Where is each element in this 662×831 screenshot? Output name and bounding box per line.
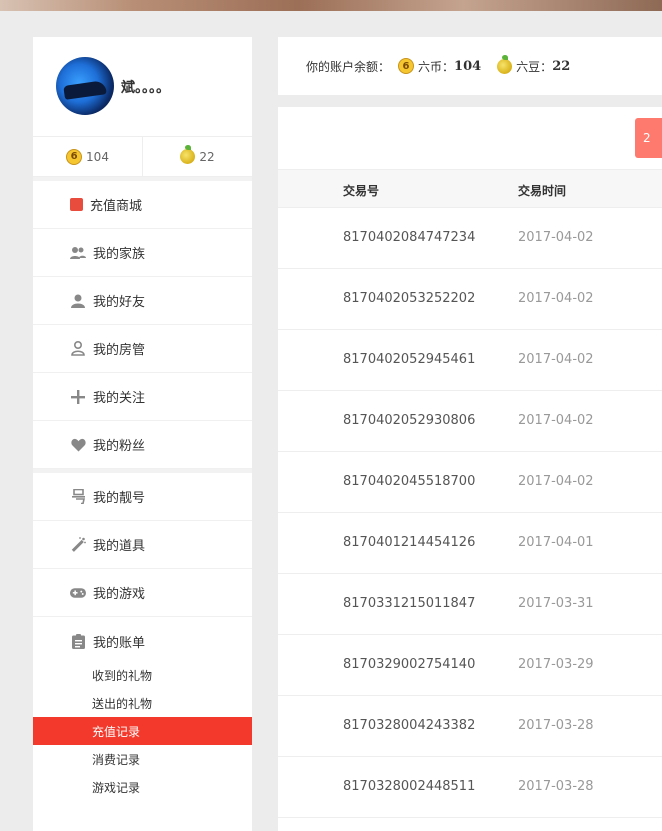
bill-submenu: 收到的礼物 送出的礼物 充值记录 消费记录 游戏记录 xyxy=(33,661,252,801)
bean-icon xyxy=(180,145,196,164)
account-balance-bar: 你的账户余额： 6 六币： 104 六豆： 22 xyxy=(278,37,662,95)
table-row: 8170402084747234 2017-04-02 xyxy=(278,208,662,269)
order-number: 8170331215011847 xyxy=(343,596,476,611)
order-number: 8170401214454126 xyxy=(343,535,476,550)
order-number: 8170402052945461 xyxy=(343,352,476,367)
transaction-date: 2017-03-31 xyxy=(518,596,594,611)
bean-label: 六豆： xyxy=(516,59,553,74)
coin-balance-value: 104 xyxy=(86,149,109,164)
sidebar-item-family[interactable]: 我的家族 xyxy=(33,229,252,277)
transaction-date: 2017-04-02 xyxy=(518,352,594,367)
sidebar-item-label: 我的家族 xyxy=(93,247,146,262)
mall-icon xyxy=(70,198,83,211)
coin-icon: 6 xyxy=(398,58,415,74)
avatar[interactable] xyxy=(56,57,114,115)
gamepad-icon xyxy=(70,585,86,601)
transaction-date: 2017-04-02 xyxy=(518,474,594,489)
room-admin-icon xyxy=(70,341,86,357)
bean-icon xyxy=(497,54,513,74)
table-row: 8170328004243382 2017-03-28 xyxy=(278,696,662,757)
order-number: 8170402045518700 xyxy=(343,474,476,489)
transaction-date: 2017-04-02 xyxy=(518,291,594,306)
records-panel: 2 交易号 交易时间 8170402084747234 2017-04-02 817… xyxy=(278,107,662,831)
sidebar-item-label: 我的靓号 xyxy=(93,491,146,506)
table-row: 8170328002448511 2017-03-28 xyxy=(278,757,662,818)
table-row: 8170329002754140 2017-03-29 xyxy=(278,635,662,696)
sidebar-item-label: 我的游戏 xyxy=(93,587,146,602)
submenu-sent-gifts[interactable]: 送出的礼物 xyxy=(33,689,252,717)
order-number: 8170402053252202 xyxy=(343,291,476,306)
table-row: 8170402052945461 2017-04-02 xyxy=(278,330,662,391)
balance-prefix: 你的账户余额： xyxy=(306,59,391,74)
transaction-date: 2017-03-28 xyxy=(518,718,594,733)
bill-icon xyxy=(70,633,86,649)
header-banner xyxy=(0,0,662,11)
sidebar-item-label: 我的道具 xyxy=(93,539,146,554)
submenu-recharge-records[interactable]: 充值记录 xyxy=(33,717,252,745)
coin-value: 104 xyxy=(454,58,482,74)
sidebar-item-fans[interactable]: 我的粉丝 xyxy=(33,421,252,469)
sidebar-item-follow[interactable]: 我的关注 xyxy=(33,373,252,421)
bean-balance: 22 xyxy=(142,137,252,176)
sidebar-item-label: 我的房管 xyxy=(93,343,146,358)
wand-icon xyxy=(70,537,86,553)
sidebar-item-label: 我的账单 xyxy=(93,635,146,651)
sidebar-item-numbers[interactable]: 我的靓号 xyxy=(33,473,252,521)
order-number: 8170328004243382 xyxy=(343,718,476,733)
friend-icon xyxy=(70,293,86,309)
table-row: 8170402053252202 2017-04-02 xyxy=(278,269,662,330)
order-number: 8170329002754140 xyxy=(343,657,476,672)
bean-balance-bar: 六豆： 22 xyxy=(497,54,571,75)
sidebar-item-room-admin[interactable]: 我的房管 xyxy=(33,325,252,373)
coin-label: 六币： xyxy=(418,59,455,74)
column-header-order: 交易号 xyxy=(343,184,380,198)
sidebar-item-mall[interactable]: 充值商城 xyxy=(33,181,252,229)
family-icon xyxy=(70,245,86,261)
transaction-date: 2017-03-28 xyxy=(518,779,594,794)
coin-balance-bar: 6 六币： 104 xyxy=(398,58,481,75)
transaction-date: 2017-04-02 xyxy=(518,413,594,428)
order-number: 8170402052930806 xyxy=(343,413,476,428)
table-row: 8170331215011847 2017-03-31 xyxy=(278,574,662,635)
bean-value: 22 xyxy=(552,58,571,74)
sidebar-item-props[interactable]: 我的道具 xyxy=(33,521,252,569)
column-header-time: 交易时间 xyxy=(518,184,567,198)
order-number: 8170402084747234 xyxy=(343,230,476,245)
profile-card: 斌。。。。 xyxy=(33,37,252,137)
transaction-date: 2017-04-01 xyxy=(518,535,594,550)
sidebar-item-games[interactable]: 我的游戏 xyxy=(33,569,252,617)
transaction-date: 2017-04-02 xyxy=(518,230,594,245)
sidebar-item-friends[interactable]: 我的好友 xyxy=(33,277,252,325)
coin-balance: 6 104 xyxy=(33,137,142,176)
bean-balance-value: 22 xyxy=(199,149,215,164)
submenu-received-gifts[interactable]: 收到的礼物 xyxy=(33,661,252,689)
table-row: 8170402052930806 2017-04-02 xyxy=(278,391,662,452)
submenu-spending-records[interactable]: 消费记录 xyxy=(33,745,252,773)
transaction-date: 2017-03-29 xyxy=(518,657,594,672)
order-number: 8170328002448511 xyxy=(343,779,476,794)
sidebar-item-label: 我的好友 xyxy=(93,295,146,310)
coin-icon: 6 xyxy=(66,148,83,165)
heart-icon xyxy=(70,437,86,453)
number-icon xyxy=(70,489,86,505)
wallet-summary: 6 104 22 xyxy=(33,137,252,177)
sidebar-item-label: 充值商城 xyxy=(90,199,143,214)
action-button[interactable]: 2 xyxy=(635,118,662,158)
sidebar-item-label: 我的关注 xyxy=(93,391,146,406)
username[interactable]: 斌。。。。 xyxy=(121,77,170,97)
table-row: 8170402045518700 2017-04-02 xyxy=(278,452,662,513)
plus-icon xyxy=(70,389,86,405)
sidebar: 斌。。。。 6 104 22 充值商城 我的家族 我的好友 我的房管 我的关注 … xyxy=(33,37,252,831)
table-header: 交易号 交易时间 xyxy=(278,169,662,208)
submenu-game-records[interactable]: 游戏记录 xyxy=(33,773,252,801)
sidebar-item-label: 我的粉丝 xyxy=(93,439,146,454)
table-row: 8170401214454126 2017-04-01 xyxy=(278,513,662,574)
sidebar-item-bills[interactable]: 我的账单 xyxy=(33,617,252,665)
